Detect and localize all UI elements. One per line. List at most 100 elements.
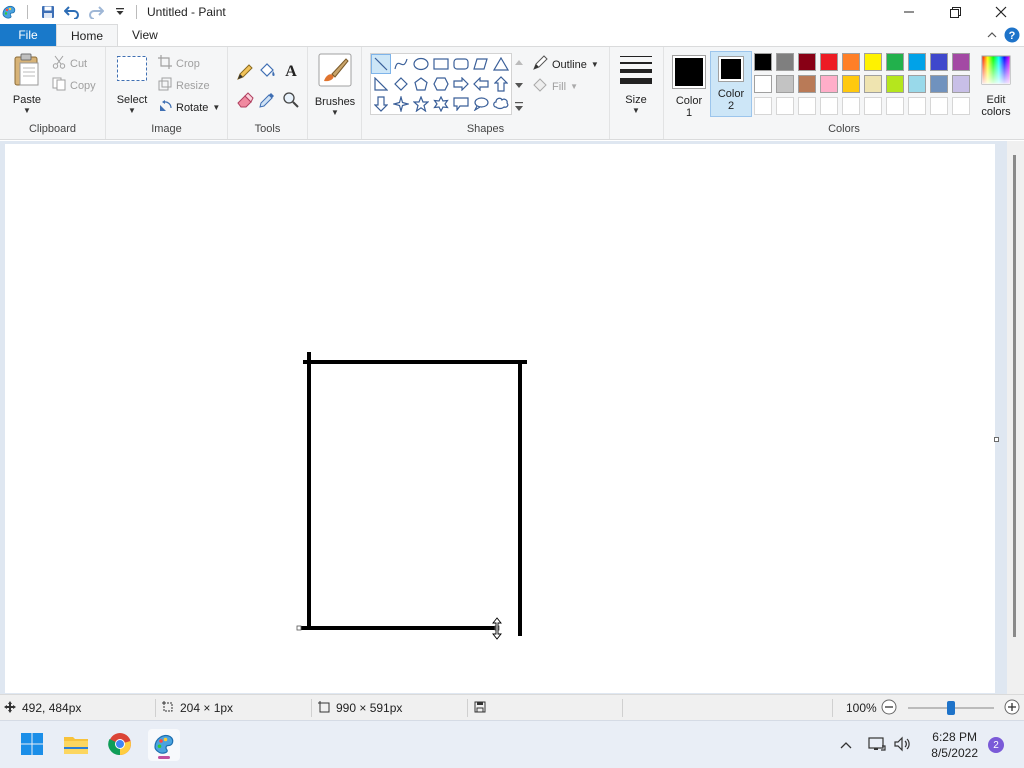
- tab-view[interactable]: View: [118, 24, 172, 46]
- save-icon[interactable]: [38, 2, 58, 22]
- custom-color-slot[interactable]: [842, 97, 860, 115]
- start-button[interactable]: [16, 729, 48, 761]
- triangle-shape-icon[interactable]: [491, 54, 511, 74]
- scrollbar-thumb[interactable]: [1013, 155, 1016, 637]
- volume-icon[interactable]: [894, 736, 912, 755]
- hexagon-shape-icon[interactable]: [431, 74, 451, 94]
- fill-button[interactable]: Fill ▼: [532, 77, 578, 96]
- polygon-shape-icon[interactable]: [471, 54, 491, 74]
- redo-icon[interactable]: [86, 2, 106, 22]
- cloud-callout-shape-icon[interactable]: [491, 94, 511, 114]
- custom-color-slot[interactable]: [952, 97, 970, 115]
- pencil-icon[interactable]: [236, 63, 254, 84]
- palette-color-swatch[interactable]: [952, 75, 970, 93]
- chrome-button[interactable]: [104, 729, 136, 761]
- right-arrow-shape-icon[interactable]: [451, 74, 471, 94]
- palette-color-swatch[interactable]: [798, 53, 816, 71]
- custom-color-slot[interactable]: [908, 97, 926, 115]
- palette-color-swatch[interactable]: [864, 53, 882, 71]
- diamond-shape-icon[interactable]: [391, 74, 411, 94]
- oval-shape-icon[interactable]: [411, 54, 431, 74]
- custom-color-slot[interactable]: [798, 97, 816, 115]
- file-explorer-button[interactable]: [60, 729, 92, 761]
- collapse-ribbon-icon[interactable]: [986, 29, 998, 44]
- palette-color-swatch[interactable]: [798, 75, 816, 93]
- zoom-out-button[interactable]: [881, 695, 897, 721]
- tab-file[interactable]: File: [0, 24, 56, 46]
- custom-color-slot[interactable]: [754, 97, 772, 115]
- paste-dropdown-icon[interactable]: ▼: [23, 106, 31, 115]
- line-endpoint-handle[interactable]: [296, 625, 302, 631]
- magnifier-icon[interactable]: [282, 91, 300, 112]
- six-point-star-shape-icon[interactable]: [431, 94, 451, 114]
- line-shape-icon[interactable]: [371, 54, 391, 74]
- five-point-star-shape-icon[interactable]: [411, 94, 431, 114]
- clock[interactable]: 6:28 PM 8/5/2022: [931, 729, 978, 761]
- undo-icon[interactable]: [62, 2, 82, 22]
- palette-color-swatch[interactable]: [886, 53, 904, 71]
- select-dropdown-icon[interactable]: ▼: [128, 106, 136, 115]
- zoom-slider-thumb[interactable]: [947, 701, 955, 715]
- up-arrow-shape-icon[interactable]: [491, 74, 511, 94]
- palette-color-swatch[interactable]: [908, 75, 926, 93]
- copy-button[interactable]: Copy: [52, 77, 96, 94]
- text-tool-icon[interactable]: A: [282, 61, 300, 82]
- select-button[interactable]: Select ▼: [114, 55, 150, 115]
- show-hidden-icons-icon[interactable]: [840, 738, 852, 752]
- outline-button[interactable]: Outline ▼: [532, 55, 599, 74]
- palette-color-swatch[interactable]: [842, 53, 860, 71]
- shapes-expand-icon[interactable]: [514, 101, 524, 115]
- left-arrow-shape-icon[interactable]: [471, 74, 491, 94]
- paint-app-icon[interactable]: [1, 4, 17, 20]
- palette-color-swatch[interactable]: [776, 53, 794, 71]
- edit-colors-button[interactable]: Edit colors: [976, 55, 1016, 118]
- brushes-button[interactable]: Brushes ▼: [315, 53, 355, 117]
- rotate-button[interactable]: Rotate ▼: [158, 99, 220, 116]
- palette-color-swatch[interactable]: [820, 75, 838, 93]
- rectangle-shape-icon[interactable]: [431, 54, 451, 74]
- eraser-icon[interactable]: [236, 91, 254, 112]
- zoom-in-button[interactable]: [1004, 695, 1020, 721]
- four-point-star-shape-icon[interactable]: [391, 94, 411, 114]
- size-button[interactable]: Size ▼: [618, 55, 654, 115]
- palette-color-swatch[interactable]: [930, 53, 948, 71]
- maximize-button[interactable]: [932, 0, 978, 24]
- customize-qat-icon[interactable]: [110, 2, 130, 22]
- palette-color-swatch[interactable]: [908, 53, 926, 71]
- down-arrow-shape-icon[interactable]: [371, 94, 391, 114]
- palette-color-swatch[interactable]: [864, 75, 882, 93]
- network-icon[interactable]: [868, 736, 886, 755]
- fill-bucket-icon[interactable]: [258, 62, 276, 83]
- palette-color-swatch[interactable]: [820, 53, 838, 71]
- color-picker-icon[interactable]: [258, 91, 276, 112]
- close-button[interactable]: [978, 0, 1024, 24]
- paint-taskbar-button[interactable]: [148, 729, 180, 761]
- cut-button[interactable]: Cut: [52, 55, 87, 72]
- custom-color-slot[interactable]: [930, 97, 948, 115]
- minimize-button[interactable]: [886, 0, 932, 24]
- palette-color-swatch[interactable]: [754, 75, 772, 93]
- pentagon-shape-icon[interactable]: [411, 74, 431, 94]
- palette-color-swatch[interactable]: [930, 75, 948, 93]
- color-1-button[interactable]: Color 1: [672, 55, 706, 119]
- palette-color-swatch[interactable]: [952, 53, 970, 71]
- custom-color-slot[interactable]: [776, 97, 794, 115]
- resize-button[interactable]: Resize: [158, 77, 210, 94]
- tab-home[interactable]: Home: [56, 24, 119, 46]
- right-triangle-shape-icon[interactable]: [371, 74, 391, 94]
- notification-badge[interactable]: 2: [988, 737, 1004, 753]
- color-2-button[interactable]: Color 2: [710, 51, 752, 117]
- crop-button[interactable]: Crop: [158, 55, 200, 72]
- palette-color-swatch[interactable]: [886, 75, 904, 93]
- rounded-rectangle-shape-icon[interactable]: [451, 54, 471, 74]
- custom-color-slot[interactable]: [820, 97, 838, 115]
- paste-button[interactable]: Paste ▼: [8, 53, 46, 115]
- vertical-scrollbar[interactable]: [1007, 141, 1024, 694]
- curve-shape-icon[interactable]: [391, 54, 411, 74]
- palette-color-swatch[interactable]: [754, 53, 772, 71]
- canvas-resize-handle[interactable]: [994, 437, 999, 442]
- custom-color-slot[interactable]: [864, 97, 882, 115]
- drawing-canvas[interactable]: [5, 144, 995, 693]
- oval-callout-shape-icon[interactable]: [471, 94, 491, 114]
- palette-color-swatch[interactable]: [776, 75, 794, 93]
